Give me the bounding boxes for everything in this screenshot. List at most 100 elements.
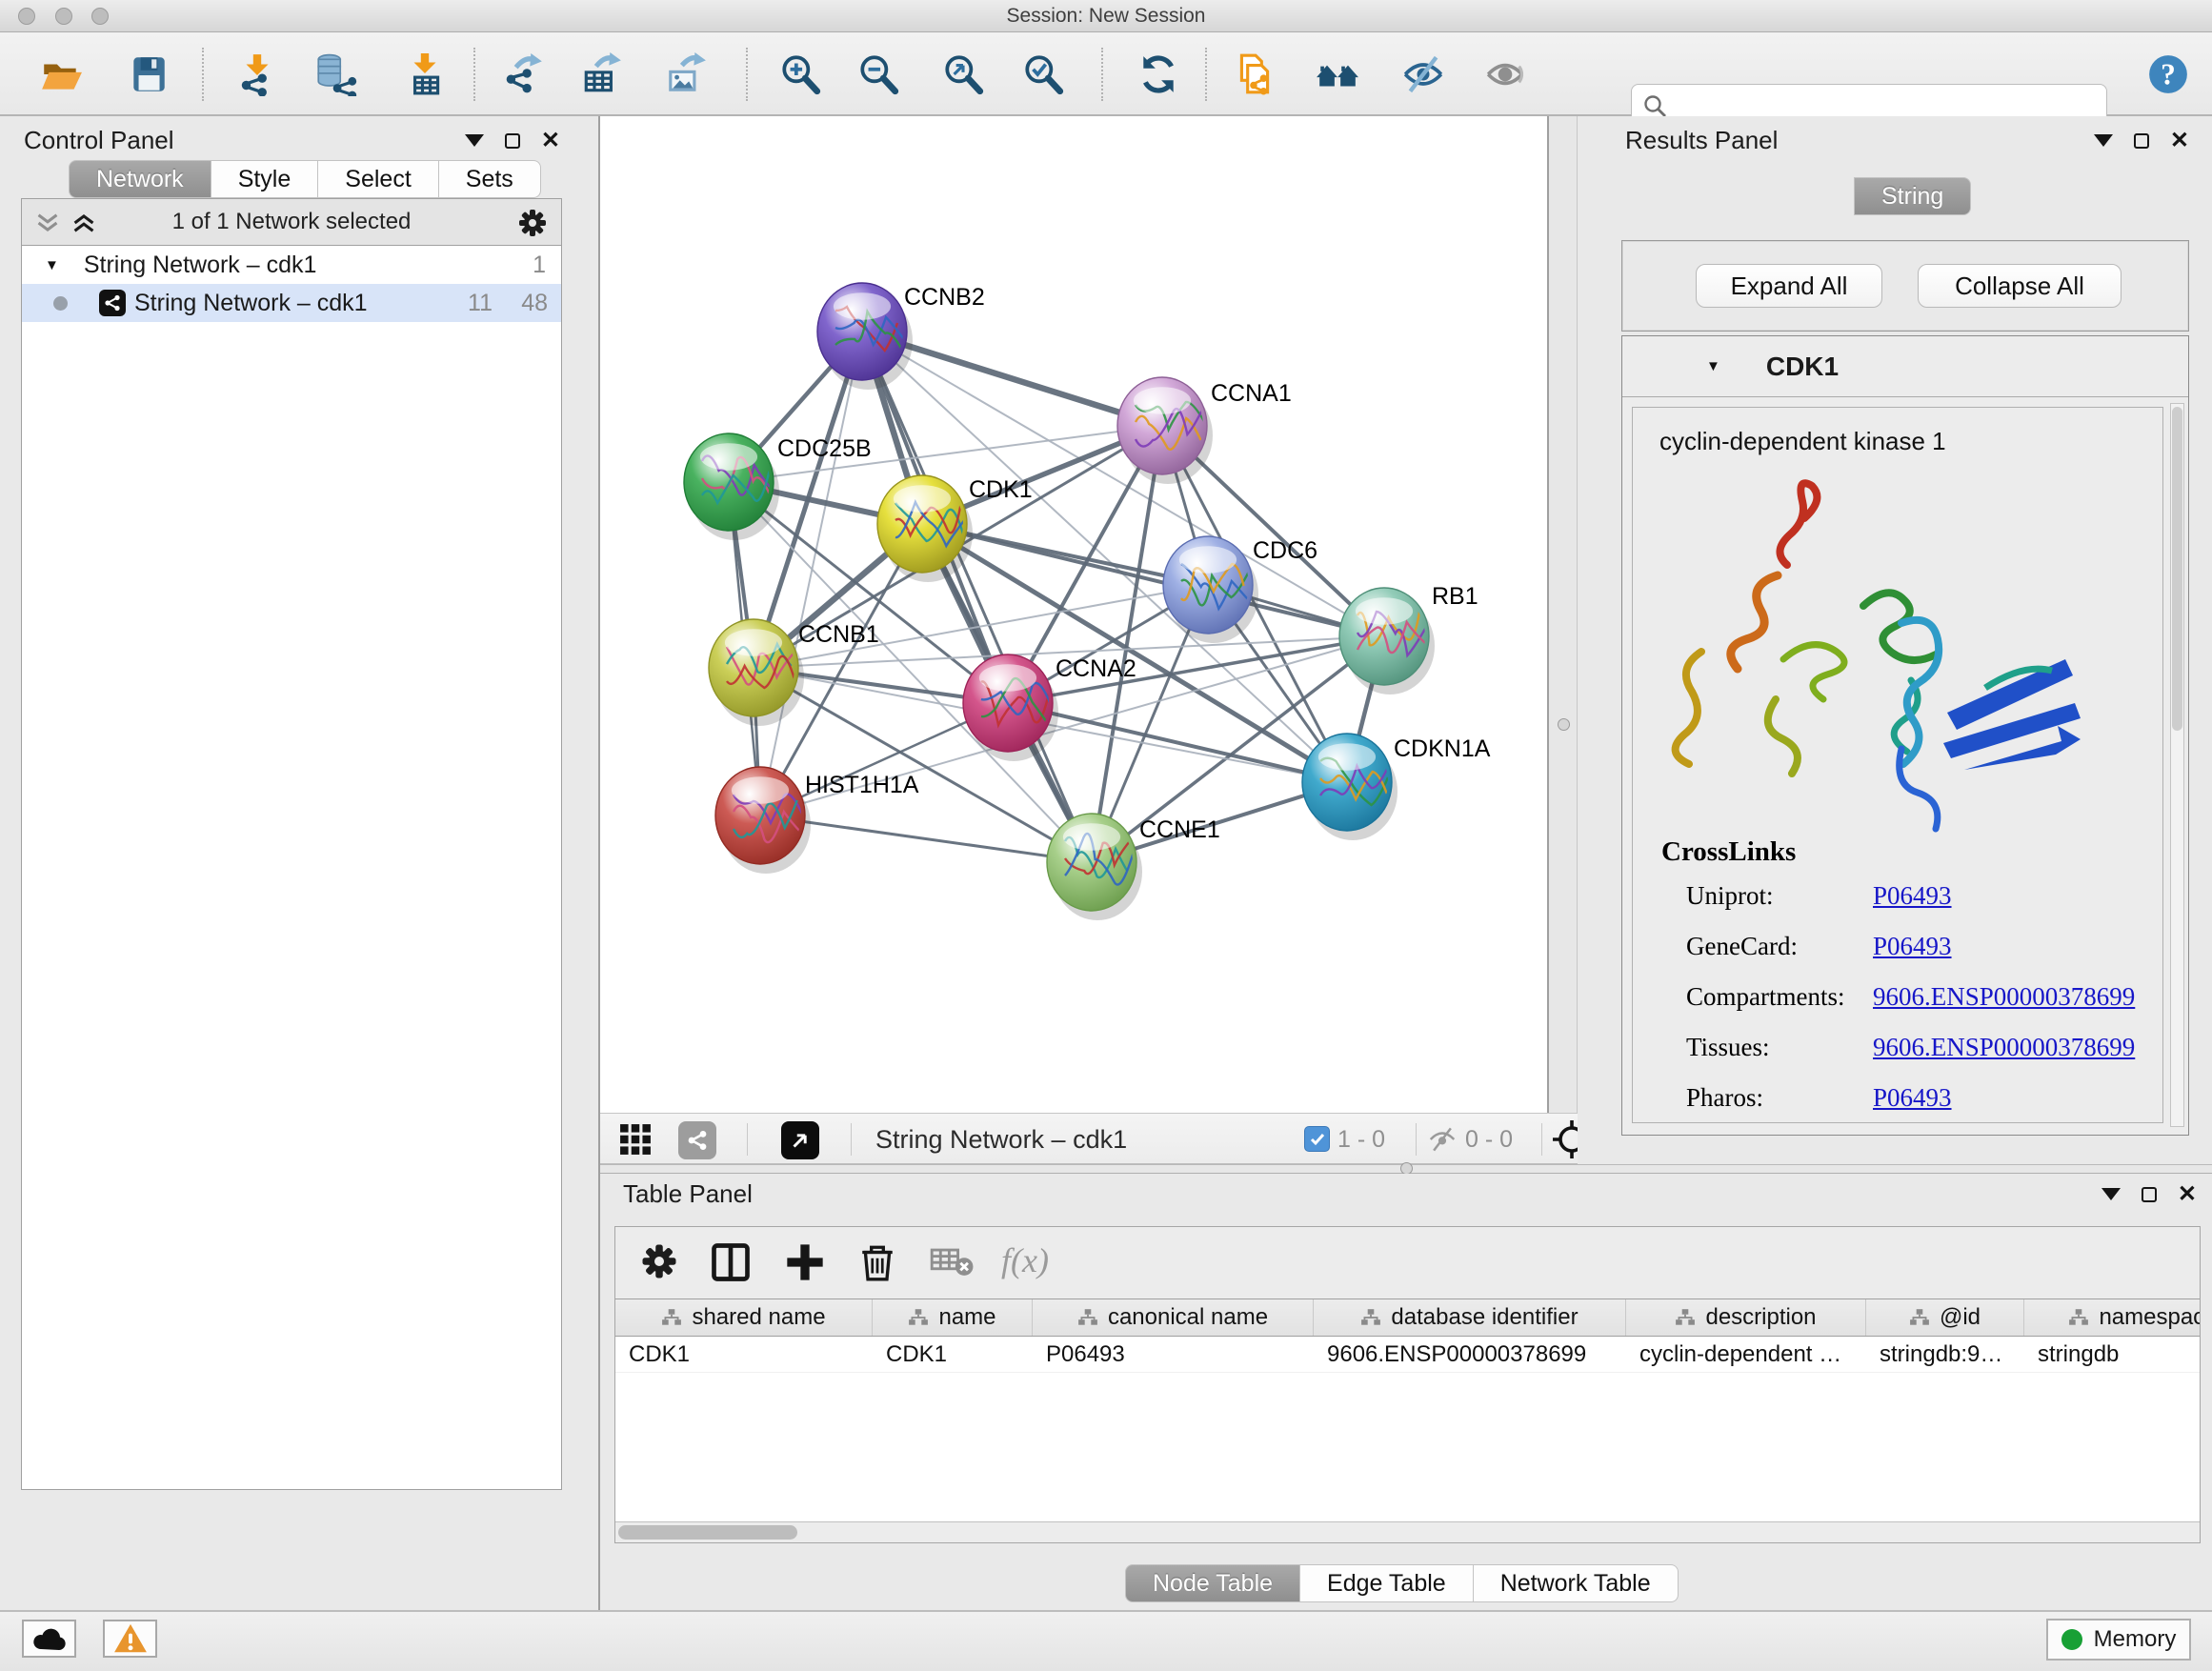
network-view[interactable]: CCNB2CCNA1CDC25BCDK1CDC6RB1CCNB1CCNA2CDK…: [600, 116, 1547, 1113]
node-RB1[interactable]: RB1: [1339, 583, 1478, 695]
protein-section-header[interactable]: ▼ CDK1: [1622, 336, 2188, 397]
panel-close-icon[interactable]: ✕: [541, 133, 560, 149]
export-network-icon[interactable]: [501, 51, 547, 97]
show-columns-icon[interactable]: [711, 1242, 751, 1287]
node-CDKN1A[interactable]: CDKN1A: [1302, 734, 1491, 840]
first-neighbors-icon[interactable]: [1315, 51, 1360, 97]
panel-float-icon[interactable]: [2134, 133, 2149, 149]
scrollbar-thumb[interactable]: [618, 1525, 797, 1540]
table-row[interactable]: CDK1CDK1P064939606.ENSP00000378699cyclin…: [615, 1337, 2200, 1373]
network-view-mode-icon[interactable]: [678, 1121, 716, 1159]
network-status-dot: [53, 296, 68, 311]
memory-button[interactable]: Memory: [2046, 1619, 2191, 1661]
network-collection-row[interactable]: ▼ String Network – cdk1 1: [22, 246, 561, 284]
crosslink-link[interactable]: P06493: [1873, 932, 1952, 961]
node-CCNB2[interactable]: CCNB2: [817, 283, 985, 390]
zoom-selected-icon[interactable]: [1020, 51, 1066, 97]
tab-network-table[interactable]: Network Table: [1474, 1564, 1679, 1602]
tab-network[interactable]: Network: [69, 160, 211, 198]
node-CDK1[interactable]: CDK1: [877, 475, 1033, 582]
table-gear-icon[interactable]: [640, 1242, 678, 1285]
fit-content-icon[interactable]: [940, 51, 986, 97]
import-network-database-icon[interactable]: [312, 51, 358, 97]
gear-icon[interactable]: [517, 208, 548, 238]
import-network-icon[interactable]: [234, 51, 280, 97]
toolbar-separator: [851, 1123, 852, 1156]
crosslink-link[interactable]: P06493: [1873, 1083, 1952, 1113]
collapse-all-button[interactable]: Collapse All: [1918, 264, 2122, 308]
panel-close-icon[interactable]: ✕: [2170, 133, 2189, 149]
column-header-canonical-name[interactable]: canonical name: [1033, 1299, 1314, 1336]
control-panel-tabs: NetworkStyleSelectSets: [69, 160, 541, 198]
column-header-@id[interactable]: @id: [1866, 1299, 2024, 1336]
column-header-shared-name[interactable]: shared name: [615, 1299, 873, 1336]
grid-view-icon[interactable]: [619, 1123, 652, 1160]
function-builder-icon[interactable]: f(x): [1001, 1240, 1049, 1280]
save-session-icon[interactable]: [126, 51, 171, 97]
network-edge-count: 48: [521, 290, 548, 317]
zoom-out-icon[interactable]: [855, 51, 901, 97]
panel-close-icon[interactable]: ✕: [2178, 1187, 2197, 1202]
panel-menu-icon[interactable]: [465, 134, 484, 147]
toolbar-separator: [1205, 48, 1207, 101]
crosslink-link[interactable]: 9606.ENSP00000378699: [1873, 982, 2135, 1012]
tab-node-table[interactable]: Node Table: [1125, 1564, 1300, 1602]
tab-sets[interactable]: Sets: [439, 160, 541, 198]
crosslink-label: Tissues:: [1686, 1033, 1770, 1062]
table-hscrollbar[interactable]: [615, 1521, 2200, 1542]
crosslink-link[interactable]: P06493: [1873, 881, 1952, 911]
results-scrollbar[interactable]: [2170, 403, 2184, 1127]
zoom-in-icon[interactable]: [777, 51, 823, 97]
add-column-icon[interactable]: [785, 1242, 825, 1287]
node-label-CCNA1: CCNA1: [1211, 380, 1292, 407]
panel-menu-icon[interactable]: [2101, 1188, 2121, 1200]
tab-select[interactable]: Select: [318, 160, 438, 198]
export-table-icon[interactable]: [579, 51, 625, 97]
crosslink-link[interactable]: 9606.ENSP00000378699: [1873, 1033, 2135, 1062]
selected-checkbox[interactable]: [1304, 1126, 1330, 1152]
expand-all-button[interactable]: Expand All: [1696, 264, 1882, 308]
results-panel-splitter[interactable]: [1547, 116, 1578, 1113]
collection-disclosure-icon[interactable]: ▼: [45, 257, 59, 273]
clone-network-icon[interactable]: [1232, 51, 1277, 97]
hide-selected-icon[interactable]: [1400, 51, 1446, 97]
warning-icon: [113, 1623, 148, 1654]
edge-CCNA2-CDKN1A[interactable]: [1008, 703, 1347, 782]
tab-style[interactable]: Style: [211, 160, 319, 198]
panel-float-icon[interactable]: [2142, 1187, 2157, 1202]
help-icon[interactable]: ?: [2145, 51, 2191, 97]
column-header-name[interactable]: name: [873, 1299, 1033, 1336]
detach-view-icon[interactable]: [781, 1121, 819, 1159]
node-CDC25B[interactable]: CDC25B: [684, 433, 872, 540]
panel-float-icon[interactable]: [505, 133, 520, 149]
column-header-database-identifier[interactable]: database identifier: [1314, 1299, 1626, 1336]
section-disclosure-icon[interactable]: ▼: [1706, 358, 1720, 374]
delete-column-icon[interactable]: [859, 1242, 895, 1287]
selected-count: 1 - 0: [1337, 1126, 1385, 1154]
window-title: Session: New Session: [0, 5, 2212, 28]
network-row[interactable]: String Network – cdk1 11 48: [22, 284, 561, 322]
export-image-icon[interactable]: [663, 51, 709, 97]
node-HIST1H1A[interactable]: HIST1H1A: [715, 767, 919, 874]
scrollbar-thumb[interactable]: [2172, 407, 2182, 731]
column-header-description[interactable]: description: [1626, 1299, 1866, 1336]
tab-string[interactable]: String: [1854, 177, 1971, 215]
table-panel-splitter[interactable]: [600, 1164, 2212, 1174]
show-all-icon[interactable]: [1482, 51, 1528, 97]
table-header-row: shared namenamecanonical namedatabase id…: [615, 1299, 2200, 1337]
edge-CCNB2-HIST1H1A[interactable]: [760, 332, 862, 815]
cloud-button[interactable]: [22, 1620, 76, 1658]
apply-layout-icon[interactable]: [1136, 51, 1181, 97]
panel-menu-icon[interactable]: [2094, 134, 2113, 147]
protein-details: cyclin-dependent kinase 1: [1632, 407, 2163, 1123]
warnings-button[interactable]: [103, 1620, 157, 1658]
tab-edge-table[interactable]: Edge Table: [1300, 1564, 1474, 1602]
node-table-widget: f(x) shared namenamecanonical namedataba…: [614, 1226, 2201, 1543]
open-session-icon[interactable]: [38, 51, 84, 97]
delete-table-icon[interactable]: [930, 1242, 974, 1283]
column-header-namespace[interactable]: namespace: [2024, 1299, 2200, 1336]
node-CDC6[interactable]: CDC6: [1163, 536, 1317, 643]
splitter-handle[interactable]: [1558, 718, 1570, 731]
import-table-icon[interactable]: [402, 51, 448, 97]
hidden-eye-icon: [1427, 1125, 1458, 1158]
